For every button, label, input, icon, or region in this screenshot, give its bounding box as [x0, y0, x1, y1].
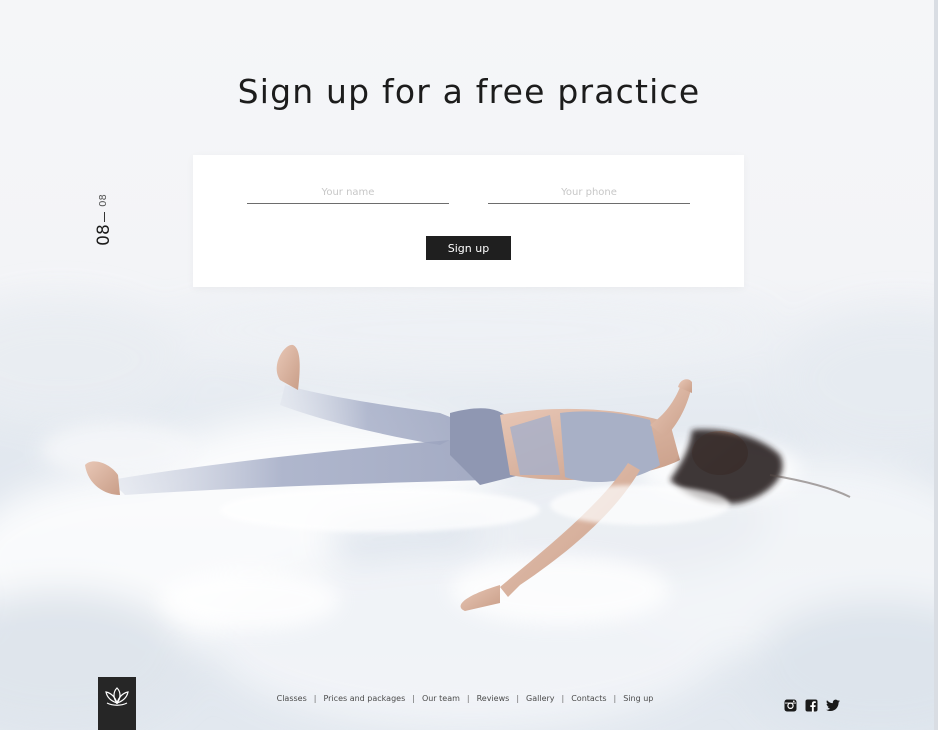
facebook-icon[interactable]: [805, 697, 818, 712]
nav-separator: |: [516, 694, 520, 703]
footer-link-signup[interactable]: Sing up: [623, 694, 653, 703]
page-title: Sign up for a free practice: [237, 72, 701, 111]
slide-current: 08: [93, 224, 114, 246]
sign-up-button[interactable]: Sign up: [426, 236, 511, 260]
lotus-logo[interactable]: [98, 677, 136, 730]
nav-separator: |: [561, 694, 565, 703]
slide-total: 08: [97, 194, 109, 207]
footer-link-reviews[interactable]: Reviews: [477, 694, 510, 703]
nav-separator: |: [613, 694, 617, 703]
signup-form: Sign up: [193, 155, 744, 287]
twitter-icon[interactable]: [826, 697, 840, 712]
footer-link-classes[interactable]: Classes: [277, 694, 307, 703]
footer-link-prices[interactable]: Prices and packages: [323, 694, 405, 703]
phone-input[interactable]: [488, 181, 690, 204]
social-links: [784, 697, 840, 712]
footer-nav: Classes | Prices and packages | Our team…: [260, 694, 670, 703]
footer-link-contacts[interactable]: Contacts: [571, 694, 606, 703]
nav-separator: |: [412, 694, 415, 703]
instagram-icon[interactable]: [784, 697, 797, 712]
footer-link-team[interactable]: Our team: [422, 694, 460, 703]
footer-link-gallery[interactable]: Gallery: [526, 694, 555, 703]
yoga-woman-image: [85, 344, 851, 611]
lotus-icon: [105, 687, 129, 706]
nav-separator: |: [466, 694, 470, 703]
page: Sign up for a free practice 08 08 Sign u…: [0, 0, 938, 730]
name-input[interactable]: [247, 181, 449, 204]
slide-divider: [104, 212, 105, 222]
nav-separator: |: [313, 694, 317, 703]
slide-counter: 08 08: [93, 194, 114, 251]
